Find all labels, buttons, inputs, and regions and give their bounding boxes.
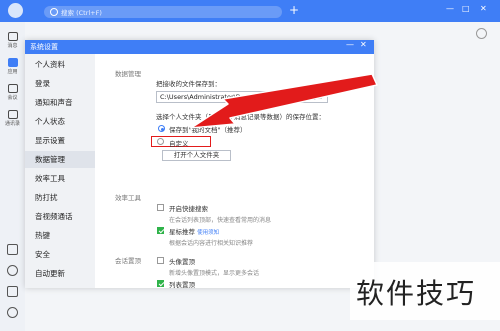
sidebar-item-hotkeys[interactable]: 热键 <box>25 227 95 244</box>
section-heading-efficiency: 效率工具 <box>115 194 141 202</box>
close-icon[interactable]: ✕ <box>480 4 487 13</box>
user-avatar[interactable] <box>8 3 23 18</box>
watermark-text: 软件技巧 <box>356 277 477 310</box>
sidebar-item-dnd[interactable]: 防打扰 <box>25 189 95 206</box>
usage-notes-link[interactable]: 使用须知 <box>197 230 219 236</box>
rail-item-meeting[interactable]: 会议 <box>0 84 25 101</box>
close-icon[interactable]: ✕ <box>360 40 370 54</box>
sidebar-item-status[interactable]: 个人状态 <box>25 113 95 130</box>
rail-item-label: 会议 <box>7 95 18 101</box>
dialog-titlebar: 系统设置 — ✕ <box>25 40 374 54</box>
add-icon[interactable]: + <box>289 3 299 17</box>
sidebar-item-notifications[interactable]: 通知和声音 <box>25 94 95 111</box>
save-icon[interactable] <box>7 286 18 297</box>
minimize-icon[interactable]: — <box>446 4 454 13</box>
search-input[interactable]: 搜索 (Ctrl+F) <box>61 7 102 17</box>
search-icon <box>50 8 58 16</box>
save-path-field[interactable] <box>156 91 290 103</box>
left-rail: 消息 应用 会议 通讯录 <box>0 22 25 331</box>
rail-item-label: 消息 <box>7 43 18 49</box>
rail-item-label: 应用 <box>7 69 18 75</box>
avatar-pin-checkbox[interactable] <box>157 257 164 264</box>
recommend-label-text: 星标推荐 <box>169 228 195 236</box>
quick-search-desc: 在会话列表顶部，快速查看常用的消息 <box>169 217 272 224</box>
rail-item-apps[interactable]: 应用 <box>0 58 25 75</box>
avatar-pin-label: 头像置顶 <box>169 258 195 266</box>
quick-search-label: 开启快捷搜索 <box>169 205 208 213</box>
personal-folder-label: 选择个人文件夹（用于保存消息记录等数据）的保存位置： <box>156 113 325 121</box>
phone-icon[interactable] <box>7 265 18 276</box>
section-heading-pin: 会话置顶 <box>115 257 141 265</box>
dialog-title: 系统设置 <box>30 43 58 51</box>
recommend-desc: 根据会话内容进行相关知识推荐 <box>169 240 254 247</box>
recommend-label: 星标推荐 使用须知 <box>169 226 219 236</box>
minimize-icon[interactable]: — <box>346 40 356 54</box>
sidebar-item-data-management[interactable]: 数据管理 <box>25 151 95 168</box>
rail-item-messages[interactable]: 消息 <box>0 32 25 49</box>
list-pin-label: 列表置顶 <box>169 281 195 289</box>
avatar-pin-desc: 新增头像置顶模式，显示更多会话 <box>169 270 260 277</box>
save-to-label: 把接收的文件保存到： <box>156 80 221 88</box>
sidebar-item-profile[interactable]: 个人资料 <box>25 56 95 73</box>
gear-icon[interactable] <box>476 28 487 39</box>
radio-custom[interactable] <box>157 138 164 145</box>
radio-default-label: 保存到"我的文档"（推荐） <box>169 126 247 134</box>
section-heading-data: 数据管理 <box>115 70 141 78</box>
sidebar-item-login[interactable]: 登录 <box>25 75 95 92</box>
sidebar-item-av-call[interactable]: 音视频通话 <box>25 208 95 225</box>
watermark-box: 软件技巧 <box>350 262 500 320</box>
browse-button[interactable]: 浏览... <box>297 91 328 103</box>
recommend-checkbox[interactable] <box>157 227 164 234</box>
meeting-icon <box>7 84 18 93</box>
rail-item-contacts[interactable]: 通讯录 <box>0 110 25 127</box>
radio-default[interactable] <box>158 125 165 132</box>
contacts-icon <box>7 110 18 119</box>
message-icon <box>7 32 18 41</box>
sidebar-item-efficiency[interactable]: 效率工具 <box>25 170 95 187</box>
open-folder-button[interactable]: 打开个人文件夹 <box>162 150 231 161</box>
rail-item-label: 通讯录 <box>4 121 20 127</box>
sidebar-item-auto-update[interactable]: 自动更新 <box>25 265 95 282</box>
radio-custom-label: 自定义 <box>169 140 189 148</box>
sidebar-item-display[interactable]: 显示设置 <box>25 132 95 149</box>
sidebar-item-security[interactable]: 安全 <box>25 246 95 263</box>
quick-search-checkbox[interactable] <box>157 204 164 211</box>
apps-icon <box>7 58 18 67</box>
app-header: 搜索 (Ctrl+F) + — □ ✕ <box>0 0 500 22</box>
search-bar[interactable]: 搜索 (Ctrl+F) <box>44 6 282 18</box>
settings-dialog: 系统设置 — ✕ 个人资料 登录 通知和声音 个人状态 显示设置 数据管理 效率… <box>25 40 374 289</box>
settings-content: 数据管理 把接收的文件保存到： 浏览... 选择个人文件夹（用于保存消息记录等数… <box>95 54 374 289</box>
calendar-icon[interactable] <box>7 244 18 255</box>
list-pin-checkbox[interactable] <box>157 280 164 287</box>
more-icon[interactable] <box>7 307 18 318</box>
settings-sidebar: 个人资料 登录 通知和声音 个人状态 显示设置 数据管理 效率工具 防打扰 音视… <box>25 54 95 288</box>
maximize-icon[interactable]: □ <box>462 4 470 13</box>
